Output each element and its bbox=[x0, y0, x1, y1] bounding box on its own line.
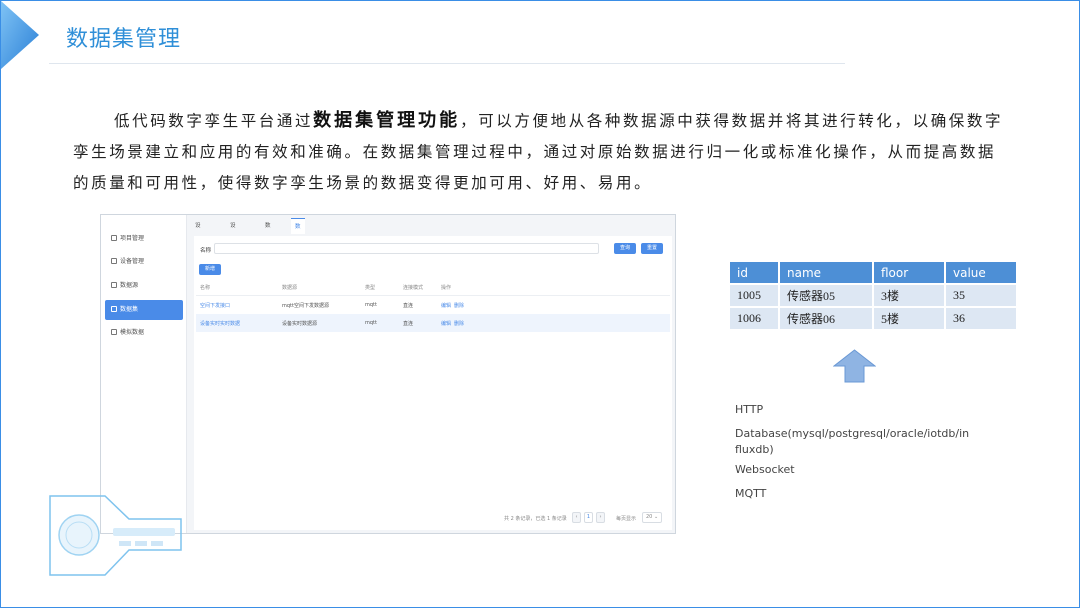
sidebar-item-label: 项目管理 bbox=[120, 235, 145, 242]
page-title: 数据集管理 bbox=[66, 27, 182, 52]
row-delete-link[interactable]: 删除 bbox=[454, 302, 464, 309]
row-name-link[interactable]: 空间下发接口 bbox=[200, 302, 230, 309]
page-size-label: 每页显示 bbox=[616, 516, 637, 522]
cell-floor: 5楼 bbox=[872, 306, 946, 331]
corner-decoration bbox=[1, 1, 39, 69]
prev-page-button[interactable]: ‹ bbox=[572, 512, 581, 523]
title-divider bbox=[49, 63, 845, 64]
sidebar-item-dataset[interactable]: 数据集 bbox=[105, 300, 183, 320]
tab-device-1[interactable]: 设备管理 bbox=[191, 218, 205, 277]
th-name: name bbox=[778, 260, 874, 285]
tab-dataset[interactable]: 数据集 bbox=[291, 218, 305, 262]
table-row: 1005 传感器05 3楼 35 bbox=[728, 283, 1018, 308]
add-button[interactable]: 新增 bbox=[199, 264, 221, 275]
app-sidebar: 项目管理 设备管理 数据源 数据集 模拟数据 bbox=[101, 215, 187, 533]
tab-datasource[interactable]: 数据源 bbox=[261, 218, 275, 261]
tab-device-2[interactable]: 设备管理 bbox=[226, 218, 240, 277]
protocol-database-line2: fluxdb) bbox=[735, 443, 774, 456]
folder-icon bbox=[111, 235, 117, 241]
current-page[interactable]: 1 bbox=[584, 512, 593, 523]
col-header-type: 类型 bbox=[365, 285, 376, 291]
cell-floor: 3楼 bbox=[872, 283, 946, 308]
up-arrow-icon bbox=[833, 349, 876, 383]
protocol-websocket: Websocket bbox=[735, 463, 795, 476]
page-size-value: 20 bbox=[646, 514, 653, 520]
row-mode: 直连 bbox=[403, 321, 414, 327]
sidebar-item-projects[interactable]: 项目管理 bbox=[105, 229, 183, 249]
cell-id: 1005 bbox=[728, 283, 780, 308]
table-row: 空间下发接口 mqtt空间下发数据源 mqtt 直连 编辑 删除 bbox=[196, 296, 670, 314]
sidebar-item-label: 数据源 bbox=[120, 282, 139, 289]
row-edit-link[interactable]: 编辑 bbox=[441, 302, 451, 309]
sidebar-item-label: 数据集 bbox=[120, 306, 139, 313]
sidebar-item-devices[interactable]: 设备管理 bbox=[105, 252, 183, 272]
cell-name: 传感器06 bbox=[778, 306, 874, 331]
app-screenshot: 项目管理 设备管理 数据源 数据集 模拟数据 设备管理 设备管理 数据源 数据集… bbox=[100, 214, 676, 534]
row-type: mqtt bbox=[365, 302, 377, 308]
th-value: value bbox=[944, 260, 1018, 285]
description-paragraph: 低代码数字孪生平台通过数据集管理功能，可以方便地从各种数据源中获得数据并将其进行… bbox=[73, 105, 1013, 199]
app-main-panel: 名称 查询 重置 新增 名称 数据源 类型 连接模式 操作 空间下发接口 mqt… bbox=[194, 236, 672, 530]
pagination: 共 2 条记录，已选 1 条记录 ‹ 1 › 每页显示 20 ⌄ bbox=[504, 512, 664, 524]
name-filter-input[interactable] bbox=[214, 243, 599, 254]
row-source: mqtt空间下发数据源 bbox=[282, 303, 329, 309]
cell-value: 36 bbox=[944, 306, 1018, 331]
table-header-row: 名称 数据源 类型 连接模式 操作 bbox=[196, 278, 670, 296]
col-header-actions: 操作 bbox=[441, 285, 452, 291]
name-filter-label: 名称 bbox=[200, 248, 212, 254]
row-delete-link[interactable]: 删除 bbox=[454, 320, 464, 327]
cell-value: 35 bbox=[944, 283, 1018, 308]
database-icon bbox=[111, 282, 117, 288]
device-icon bbox=[111, 258, 117, 264]
th-floor: floor bbox=[872, 260, 946, 285]
row-mode: 直连 bbox=[403, 303, 414, 309]
slide: 数据集管理 低代码数字孪生平台通过数据集管理功能，可以方便地从各种数据源中获得数… bbox=[0, 0, 1080, 608]
para-lead: 低代码数字孪生平台通过 bbox=[114, 112, 314, 130]
sidebar-item-mockdata[interactable]: 模拟数据 bbox=[105, 323, 183, 343]
table-row: 设备实时实时数据 设备实时数据源 mqtt 直连 编辑 删除 bbox=[196, 314, 670, 332]
page-size-select[interactable]: 20 ⌄ bbox=[642, 512, 662, 523]
pager-summary: 共 2 条记录，已选 1 条记录 bbox=[504, 516, 567, 522]
table-header-row: id name floor value bbox=[728, 260, 1018, 285]
row-source: 设备实时数据源 bbox=[282, 321, 318, 327]
col-header-source: 数据源 bbox=[282, 285, 298, 291]
company-logo-badge bbox=[49, 495, 182, 576]
para-bold: 数据集管理功能 bbox=[313, 110, 461, 131]
cell-name: 传感器05 bbox=[778, 283, 874, 308]
protocol-mqtt: MQTT bbox=[735, 487, 767, 500]
sidebar-item-label: 模拟数据 bbox=[120, 329, 145, 336]
next-page-button[interactable]: › bbox=[596, 512, 605, 523]
sensor-data-table: id name floor value 1005 传感器05 3楼 35 100… bbox=[728, 260, 1018, 331]
sidebar-item-label: 设备管理 bbox=[120, 258, 145, 265]
table-row: 1006 传感器06 5楼 36 bbox=[728, 306, 1018, 331]
protocol-http: HTTP bbox=[735, 403, 764, 416]
col-header-mode: 连接模式 bbox=[403, 285, 424, 291]
col-header-name: 名称 bbox=[200, 285, 211, 291]
row-name-link[interactable]: 设备实时实时数据 bbox=[200, 320, 240, 327]
th-id: id bbox=[728, 260, 780, 285]
reset-button[interactable]: 重置 bbox=[641, 243, 663, 254]
cell-id: 1006 bbox=[728, 306, 780, 331]
protocol-database-line1: Database(mysql/postgresql/oracle/iotdb/i… bbox=[735, 427, 970, 440]
query-button[interactable]: 查询 bbox=[614, 243, 636, 254]
row-type: mqtt bbox=[365, 320, 377, 326]
dataset-icon bbox=[111, 306, 117, 312]
row-edit-link[interactable]: 编辑 bbox=[441, 320, 451, 327]
table-icon bbox=[111, 329, 117, 335]
sidebar-item-datasource[interactable]: 数据源 bbox=[105, 276, 183, 296]
